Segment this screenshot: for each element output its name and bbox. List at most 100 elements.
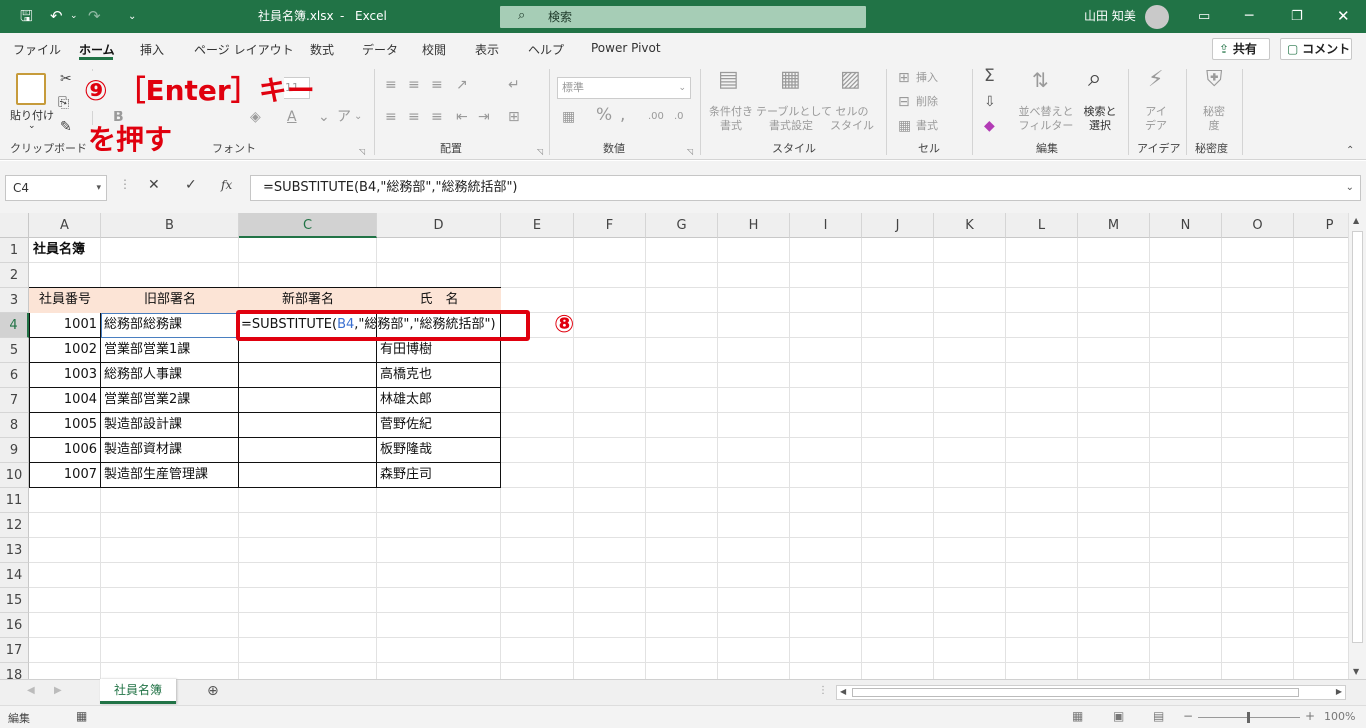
avatar[interactable]	[1145, 5, 1169, 29]
wrap-text-icon[interactable]: ↵	[508, 78, 520, 92]
search-box[interactable]: ⌕ 検索	[500, 6, 866, 28]
minimize-icon[interactable]: ─	[1245, 0, 1253, 33]
alignment-dialog-launcher-icon[interactable]: ◹	[537, 147, 543, 156]
cell-employee-id[interactable]: 1006	[29, 438, 97, 463]
phonetic-dropdown-icon[interactable]: ⌄	[354, 110, 362, 124]
clear-icon[interactable]: ◆	[984, 119, 995, 133]
cell-employee-name[interactable]: 林雄太郎	[380, 388, 432, 413]
column-header-a[interactable]: A	[29, 213, 101, 238]
column-header-d[interactable]: D	[377, 213, 501, 238]
row-header-14[interactable]: 14	[0, 563, 29, 588]
format-painter-icon[interactable]: ✎	[60, 120, 72, 134]
row-header-17[interactable]: 17	[0, 638, 29, 663]
page-break-view-icon[interactable]: ▤	[1153, 709, 1164, 723]
accounting-format-icon[interactable]: ▦	[562, 110, 575, 124]
format-as-table-icon[interactable]: ▦	[780, 69, 801, 91]
find-select-label[interactable]: 検索と 選択	[1078, 105, 1122, 133]
save-icon[interactable]: 🖫	[20, 0, 33, 33]
cell-old-dept[interactable]: 製造部資材課	[104, 438, 182, 463]
align-center-icon[interactable]: ≡	[408, 110, 420, 124]
align-top-icon[interactable]: ≡	[385, 78, 397, 92]
prev-sheet-icon[interactable]: ◀	[27, 685, 35, 696]
column-header-h[interactable]: H	[718, 213, 790, 238]
cell-employee-name[interactable]: 板野隆哉	[380, 438, 432, 463]
delete-cells-icon[interactable]: ⊟	[898, 95, 910, 109]
column-header-b[interactable]: B	[101, 213, 239, 238]
select-all-corner[interactable]	[0, 213, 29, 238]
column-header-c[interactable]: C	[239, 213, 377, 238]
tab-home[interactable]: ホーム	[79, 41, 115, 58]
decrease-indent-icon[interactable]: ⇤	[456, 110, 468, 124]
increase-decimal-icon[interactable]: .00	[648, 110, 664, 124]
cell-employee-name[interactable]: 森野庄司	[380, 463, 432, 488]
insert-cells-label[interactable]: 挿入	[916, 71, 938, 85]
normal-view-icon[interactable]: ▦	[1072, 709, 1083, 723]
scroll-down-icon[interactable]: ▼	[1353, 667, 1359, 676]
row-header-16[interactable]: 16	[0, 613, 29, 638]
cell-old-dept[interactable]: 営業部営業1課	[104, 338, 190, 363]
horizontal-scrollbar[interactable]: ◀ ▶	[836, 685, 1346, 700]
header-id[interactable]: 社員番号	[29, 288, 101, 313]
cell-employee-name[interactable]: 有田博樹	[380, 338, 432, 363]
tab-view[interactable]: 表示	[475, 41, 499, 58]
decrease-decimal-icon[interactable]: .0	[674, 110, 684, 124]
scroll-left-icon[interactable]: ◀	[840, 687, 846, 696]
cut-icon[interactable]: ✂	[60, 72, 72, 86]
orientation-icon[interactable]: ↗	[456, 78, 468, 92]
cell-employee-name[interactable]: 菅野佐紀	[380, 413, 432, 438]
ideas-label[interactable]: アイ デア	[1138, 105, 1174, 133]
align-left-icon[interactable]: ≡	[385, 110, 397, 124]
bold-icon[interactable]: B	[113, 110, 124, 124]
vertical-scroll-thumb[interactable]	[1352, 231, 1363, 643]
sensitivity-label[interactable]: 秘密 度	[1196, 105, 1232, 133]
page-layout-view-icon[interactable]: ▣	[1113, 709, 1124, 723]
copy-icon[interactable]: ⎘	[58, 96, 69, 110]
row-header-9[interactable]: 9	[0, 438, 29, 463]
ideas-icon[interactable]: ⚡	[1148, 69, 1163, 91]
cell-styles-icon[interactable]: ▨	[840, 69, 861, 91]
conditional-format-icon[interactable]: ▤	[718, 69, 739, 91]
cell-employee-id[interactable]: 1003	[29, 363, 97, 388]
scroll-right-icon[interactable]: ▶	[1336, 687, 1342, 696]
enter-icon[interactable]: ✓	[185, 177, 197, 193]
column-header-k[interactable]: K	[934, 213, 1006, 238]
row-header-7[interactable]: 7	[0, 388, 29, 413]
column-header-l[interactable]: L	[1006, 213, 1078, 238]
column-header-n[interactable]: N	[1150, 213, 1222, 238]
percent-icon[interactable]: %	[596, 107, 612, 124]
column-header-g[interactable]: G	[646, 213, 718, 238]
font-color-dropdown-icon[interactable]: ⌄	[318, 110, 330, 124]
zoom-in-icon[interactable]: +	[1305, 709, 1315, 723]
undo-dropdown-icon[interactable]: ⌄	[70, 0, 78, 33]
number-format-select[interactable]: 標準 ⌄	[557, 77, 691, 99]
row-header-1[interactable]: 1	[0, 238, 29, 263]
name-box[interactable]: C4 ▾	[5, 175, 107, 201]
accessibility-icon[interactable]: ▦	[76, 709, 87, 723]
sheet-title[interactable]: 社員名簿	[33, 238, 85, 263]
paste-dropdown-icon[interactable]: ⌄	[28, 121, 36, 131]
cell-employee-id[interactable]: 1001	[29, 313, 97, 338]
format-as-table-label[interactable]: テーブルとして 書式設定	[756, 105, 832, 133]
cell-employee-id[interactable]: 1007	[29, 463, 97, 488]
worksheet-grid[interactable]: ABCDEFGHIJKLMNOP 1 2 3 4 5 6 7 8 9 10 11 12 13 14 15 16…	[0, 213, 1348, 679]
row-header-15[interactable]: 15	[0, 588, 29, 613]
format-cells-icon[interactable]: ▦	[898, 119, 911, 133]
column-header-f[interactable]: F	[574, 213, 646, 238]
autosum-icon[interactable]: Σ	[984, 68, 995, 85]
cancel-icon[interactable]: ✕	[148, 177, 160, 193]
row-header-2[interactable]: 2	[0, 263, 29, 288]
merge-center-icon[interactable]: ⊞	[508, 110, 520, 124]
cell-styles-label[interactable]: セルの スタイル	[826, 105, 878, 133]
tab-help[interactable]: ヘルプ	[528, 41, 564, 58]
row-header-11[interactable]: 11	[0, 488, 29, 513]
cell-old-dept[interactable]: 営業部営業2課	[104, 388, 190, 413]
column-header-m[interactable]: M	[1078, 213, 1150, 238]
close-icon[interactable]: ✕	[1337, 0, 1350, 33]
insert-cells-icon[interactable]: ⊞	[898, 71, 910, 85]
tab-review[interactable]: 校閲	[422, 41, 446, 58]
row-header-18[interactable]: 18	[0, 663, 29, 679]
customize-qat-icon[interactable]: ⌄	[128, 0, 136, 33]
conditional-format-label[interactable]: 条件付き 書式	[706, 105, 756, 133]
zoom-level[interactable]: 100%	[1324, 710, 1355, 723]
paste-icon[interactable]	[16, 73, 46, 105]
